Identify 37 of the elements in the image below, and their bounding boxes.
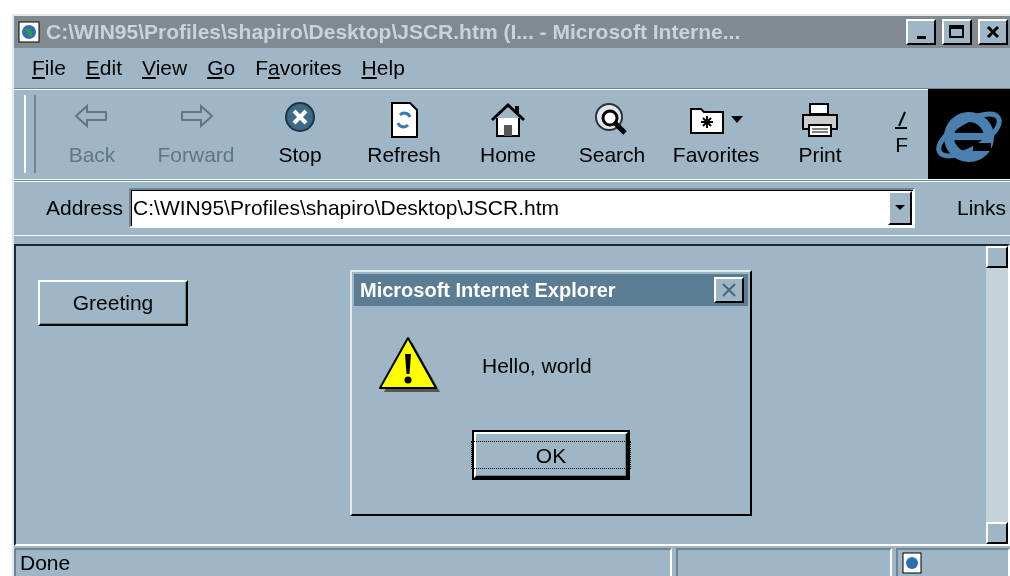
ok-button[interactable]: OK xyxy=(474,432,628,478)
window-title: C:\WIN95\Profiles\shapiro\Desktop\JSCR.htm (I... - Microsoft Interne... xyxy=(46,20,742,44)
toolbar-button[interactable]: Stop xyxy=(248,101,352,167)
toolbar-button[interactable]: Home xyxy=(456,101,560,167)
address-field[interactable]: C:\WIN95\Profiles\shapiro\Desktop\JSCR.htm xyxy=(129,188,915,228)
menu-item[interactable]: Help xyxy=(351,56,415,80)
status-text: Done xyxy=(14,548,672,576)
close-icon xyxy=(720,282,738,298)
menu-item[interactable]: Go xyxy=(197,56,246,80)
caret-icon xyxy=(894,205,905,211)
toolbar-button[interactable]: Print xyxy=(768,101,872,167)
toolbar-button[interactable]: Refresh xyxy=(352,101,456,167)
address-input[interactable]: C:\WIN95\Profiles\shapiro\Desktop\JSCR.htm xyxy=(131,196,888,220)
minimize-icon xyxy=(916,35,926,39)
toolbar-button[interactable]: Search xyxy=(560,101,664,167)
links-label[interactable]: Links xyxy=(956,196,1010,220)
toolbar-icon xyxy=(894,111,908,129)
globe-page-icon xyxy=(902,552,922,574)
menu-item[interactable]: File xyxy=(22,56,76,80)
toolbar-button[interactable]: Favorites xyxy=(664,101,768,167)
dropdown-button[interactable] xyxy=(887,191,912,225)
menu-item[interactable]: Edit xyxy=(75,56,133,80)
dialog-message: Hello, world xyxy=(482,354,592,378)
menu-item[interactable]: Favorites xyxy=(245,56,352,80)
toolbar-icon xyxy=(800,101,840,139)
toolbar-button[interactable]: F xyxy=(872,111,908,157)
scrollbar[interactable] xyxy=(986,246,1008,544)
globe-page-icon xyxy=(18,21,40,43)
menu-item[interactable]: View xyxy=(132,56,198,80)
close-icon xyxy=(984,24,1002,40)
address-label: Address xyxy=(46,196,124,220)
dialog-title: Microsoft Internet Explorer xyxy=(360,278,616,302)
toolbar-icon xyxy=(488,101,528,139)
greeting-button[interactable]: Greeting xyxy=(38,280,188,326)
maximize-icon xyxy=(948,24,966,40)
close-button[interactable] xyxy=(714,277,744,303)
toolbar-grip[interactable] xyxy=(24,95,36,173)
